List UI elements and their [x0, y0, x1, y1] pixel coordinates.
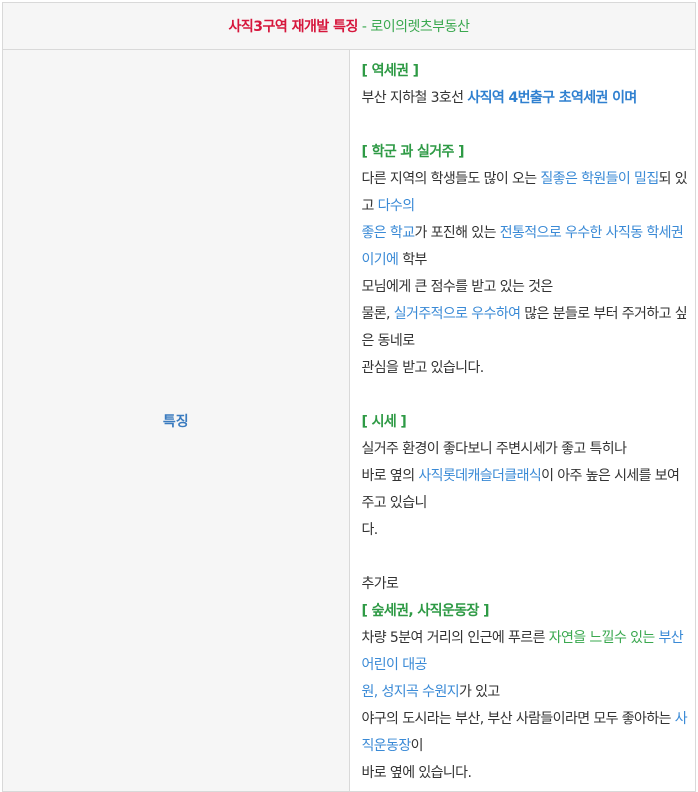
header-brand: 로이의렛츠부동산: [370, 19, 470, 35]
section-heading-forest: [ 숲세권, 사직운동장 ]: [361, 603, 490, 619]
section-heading-station: [ 역세권 ]: [361, 63, 420, 79]
text-span: 차량 5분여 거리의 인근에 푸르른: [361, 630, 549, 646]
section-heading-price: [ 시세 ]: [361, 414, 407, 430]
station-text: 부산 지하철 3호선 사직역 4번출구 초역세권 이며: [362, 85, 690, 112]
school-text-5: 관심을 받고 있습니다.: [361, 360, 485, 376]
header-title: 사직3구역 재개발 특징: [228, 19, 359, 35]
price-text-1: 실거주 환경이 좋다보니 주변시세가 좋고 특히나: [361, 441, 627, 457]
text-span: 가 포진해 있는: [414, 225, 500, 241]
highlight-station: 사직역 4번출구 초역세권 이며: [467, 90, 637, 106]
price-text-3: 다.: [361, 522, 379, 538]
highlight-lotte-castle: 사직롯데캐슬더클래식: [418, 468, 542, 484]
header-separator: -: [357, 19, 371, 35]
text-span: 바로 옆의: [361, 468, 419, 484]
highlight-good-schools: 좋은 학교: [361, 225, 416, 241]
additional-intro: 추가로: [361, 576, 399, 592]
forest-text-3: 야구의 도시라는 부산, 부산 사람들이라면 모두 좋아하는 사직운동장이: [362, 706, 690, 760]
feature-content: [ 역세권 ] 부산 지하철 3호선 사직역 4번출구 초역세권 이며 [ 학군…: [348, 49, 696, 792]
row-label: 특징: [2, 49, 350, 792]
highlight-reservoir: 원, 성지곡 수원지: [361, 684, 460, 700]
school-text-4: 물론, 실거주적으로 우수하여 많은 분들로 부터 주거하고 싶은 동네로: [362, 301, 690, 355]
school-text-1: 다른 지역의 학생들도 많이 오는 질좋은 학원들이 밀집되 있고 다수의: [362, 166, 690, 220]
highlight-many: 다수의: [377, 198, 415, 214]
info-table: 사직3구역 재개발 특징 - 로이의렛츠부동산 특징 [ 역세권 ] 부산 지하…: [2, 2, 696, 792]
price-text-2: 바로 옆의 사직롯데캐슬더클래식이 아주 높은 시세를 보여주고 있습니: [362, 463, 690, 517]
text-span: 가 있고: [459, 684, 500, 700]
forest-text-2: 원, 성지곡 수원지가 있고: [362, 679, 690, 706]
highlight-residence: 실거주적으로 우수하여: [393, 306, 521, 322]
text-span: 다른 지역의 학생들도 많이 오는: [361, 171, 541, 187]
highlight-academies: 질좋은 학원들이 밀집: [540, 171, 659, 187]
school-text-3: 모님에게 큰 점수를 받고 있는 것은: [361, 279, 554, 295]
forest-text-1: 차량 5분여 거리의 인근에 푸르른 자연을 느낄수 있는 부산어린이 대공: [362, 625, 690, 679]
text-span: 부산 지하철 3호선: [361, 90, 468, 106]
text-span: 야구의 도시라는 부산, 부산 사람들이라면 모두 좋아하는: [361, 711, 675, 727]
text-span: 학부: [398, 252, 427, 268]
table-header: 사직3구역 재개발 특징 - 로이의렛츠부동산: [2, 2, 696, 50]
section-heading-school: [ 학군 과 실거주 ]: [361, 144, 465, 160]
text-span: 물론,: [361, 306, 394, 322]
highlight-nature: 자연을 느낄수 있는: [548, 630, 656, 646]
text-span: 이: [410, 738, 424, 754]
forest-text-4: 바로 옆에 있습니다.: [361, 765, 472, 781]
school-text-2: 좋은 학교가 포진해 있는 전통적으로 우수한 사직동 학세권이기에 학부: [362, 220, 690, 274]
